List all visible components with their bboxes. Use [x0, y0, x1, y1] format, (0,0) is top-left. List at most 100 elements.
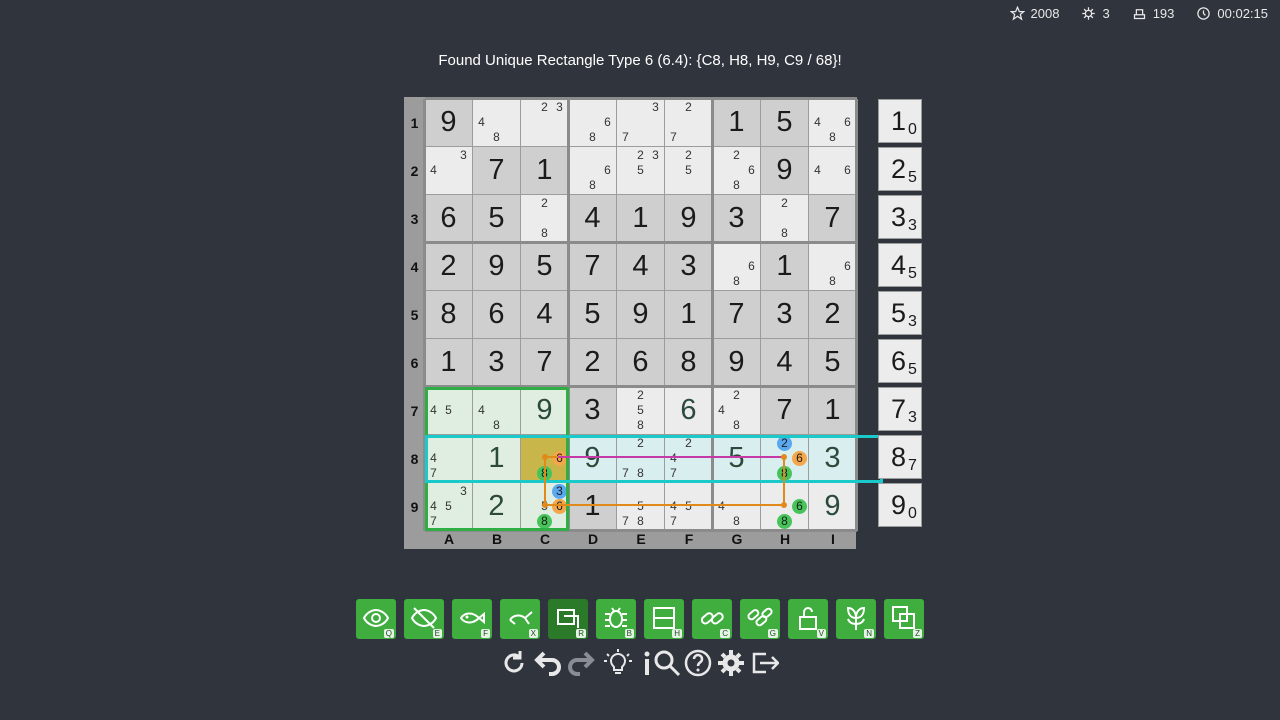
cell-h2[interactable]: 9	[761, 147, 808, 194]
restart-button[interactable]	[500, 648, 530, 678]
chain-group-button[interactable]: G	[740, 599, 780, 639]
cell-f1[interactable]: 27	[665, 99, 712, 146]
redo-button[interactable]	[566, 648, 596, 678]
cell-g9[interactable]: 48	[713, 483, 760, 530]
cell-b4[interactable]: 9	[473, 243, 520, 290]
cell-e6[interactable]: 6	[617, 339, 664, 386]
cell-i2[interactable]: 46	[809, 147, 856, 194]
cell-a9[interactable]: 3 457	[425, 483, 472, 530]
eye-button[interactable]: Q	[356, 599, 396, 639]
cell-i5[interactable]: 2	[809, 291, 856, 338]
cell-a6[interactable]: 1	[425, 339, 472, 386]
cell-d9[interactable]: 1	[569, 483, 616, 530]
cell-e1[interactable]: 37	[617, 99, 664, 146]
cell-d1[interactable]: 68	[569, 99, 616, 146]
exit-button[interactable]	[749, 648, 780, 678]
cell-b5[interactable]: 6	[473, 291, 520, 338]
rectangle-button[interactable]: R	[548, 599, 588, 639]
flower-button[interactable]: N	[836, 599, 876, 639]
layers-button[interactable]: Z	[884, 599, 924, 639]
cell-b1[interactable]: 48	[473, 99, 520, 146]
cell-i6[interactable]: 5	[809, 339, 856, 386]
digit-counter-5[interactable]: 53	[878, 291, 922, 335]
cell-a5[interactable]: 8	[425, 291, 472, 338]
eye-off-button[interactable]: E	[404, 599, 444, 639]
cell-g4[interactable]: 68	[713, 243, 760, 290]
cell-e3[interactable]: 1	[617, 195, 664, 242]
cell-b2[interactable]: 7	[473, 147, 520, 194]
cell-g8[interactable]: 5	[713, 435, 760, 482]
cell-d7[interactable]: 3	[569, 387, 616, 434]
cell-c7[interactable]: 9	[521, 387, 568, 434]
house-button[interactable]: H	[644, 599, 684, 639]
cell-i1[interactable]: 4 68	[809, 99, 856, 146]
cell-d6[interactable]: 2	[569, 339, 616, 386]
lock-button[interactable]: V	[788, 599, 828, 639]
cell-h1[interactable]: 5	[761, 99, 808, 146]
cell-c8[interactable]: 68	[521, 435, 568, 482]
cell-b7[interactable]: 48	[473, 387, 520, 434]
digit-counter-2[interactable]: 25	[878, 147, 922, 191]
hint-button[interactable]	[603, 648, 633, 678]
swordfish-button[interactable]: X	[500, 599, 540, 639]
cell-b8[interactable]: 1	[473, 435, 520, 482]
cell-a1[interactable]: 9	[425, 99, 472, 146]
cell-a8[interactable]: 47	[425, 435, 472, 482]
cell-f2[interactable]: 25	[665, 147, 712, 194]
cell-i4[interactable]: 68	[809, 243, 856, 290]
help-button[interactable]	[683, 648, 713, 678]
cell-b3[interactable]: 5	[473, 195, 520, 242]
cell-e4[interactable]: 4	[617, 243, 664, 290]
cell-d5[interactable]: 5	[569, 291, 616, 338]
cell-f4[interactable]: 3	[665, 243, 712, 290]
digit-counter-4[interactable]: 45	[878, 243, 922, 287]
cell-f5[interactable]: 1	[665, 291, 712, 338]
cell-f7[interactable]: 6	[665, 387, 712, 434]
digit-counter-6[interactable]: 65	[878, 339, 922, 383]
cell-a4[interactable]: 2	[425, 243, 472, 290]
cell-g2[interactable]: 268	[713, 147, 760, 194]
cell-d8[interactable]: 9	[569, 435, 616, 482]
cell-d4[interactable]: 7	[569, 243, 616, 290]
cell-f6[interactable]: 8	[665, 339, 712, 386]
settings-button[interactable]	[716, 648, 746, 678]
cell-e5[interactable]: 9	[617, 291, 664, 338]
search-button[interactable]	[652, 648, 682, 678]
cell-a2[interactable]: 34	[425, 147, 472, 194]
cell-c9[interactable]: 3568	[521, 483, 568, 530]
cell-d3[interactable]: 4	[569, 195, 616, 242]
bug-button[interactable]: B	[596, 599, 636, 639]
digit-counter-1[interactable]: 10	[878, 99, 922, 143]
cell-f3[interactable]: 9	[665, 195, 712, 242]
cell-d2[interactable]: 68	[569, 147, 616, 194]
cell-b6[interactable]: 3	[473, 339, 520, 386]
cell-e2[interactable]: 235	[617, 147, 664, 194]
cell-g1[interactable]: 1	[713, 99, 760, 146]
cell-i9[interactable]: 9	[809, 483, 856, 530]
cell-i7[interactable]: 1	[809, 387, 856, 434]
fish-button[interactable]: F	[452, 599, 492, 639]
cell-f9[interactable]: 457	[665, 483, 712, 530]
cell-h8[interactable]: 268	[761, 435, 808, 482]
cell-e8[interactable]: 2 78	[617, 435, 664, 482]
cell-h7[interactable]: 7	[761, 387, 808, 434]
cell-e7[interactable]: 258	[617, 387, 664, 434]
cell-g6[interactable]: 9	[713, 339, 760, 386]
cell-g3[interactable]: 3	[713, 195, 760, 242]
cell-h4[interactable]: 1	[761, 243, 808, 290]
digit-counter-7[interactable]: 73	[878, 387, 922, 431]
cell-h9[interactable]: 68	[761, 483, 808, 530]
chain-button[interactable]: C	[692, 599, 732, 639]
cell-h6[interactable]: 4	[761, 339, 808, 386]
cell-c2[interactable]: 1	[521, 147, 568, 194]
cell-g5[interactable]: 7	[713, 291, 760, 338]
cell-c4[interactable]: 5	[521, 243, 568, 290]
cell-b9[interactable]: 2	[473, 483, 520, 530]
cell-i8[interactable]: 3	[809, 435, 856, 482]
cell-c6[interactable]: 7	[521, 339, 568, 386]
undo-button[interactable]	[533, 648, 563, 678]
cell-c5[interactable]: 4	[521, 291, 568, 338]
digit-counter-9[interactable]: 90	[878, 483, 922, 527]
cell-h3[interactable]: 28	[761, 195, 808, 242]
cell-h5[interactable]: 3	[761, 291, 808, 338]
